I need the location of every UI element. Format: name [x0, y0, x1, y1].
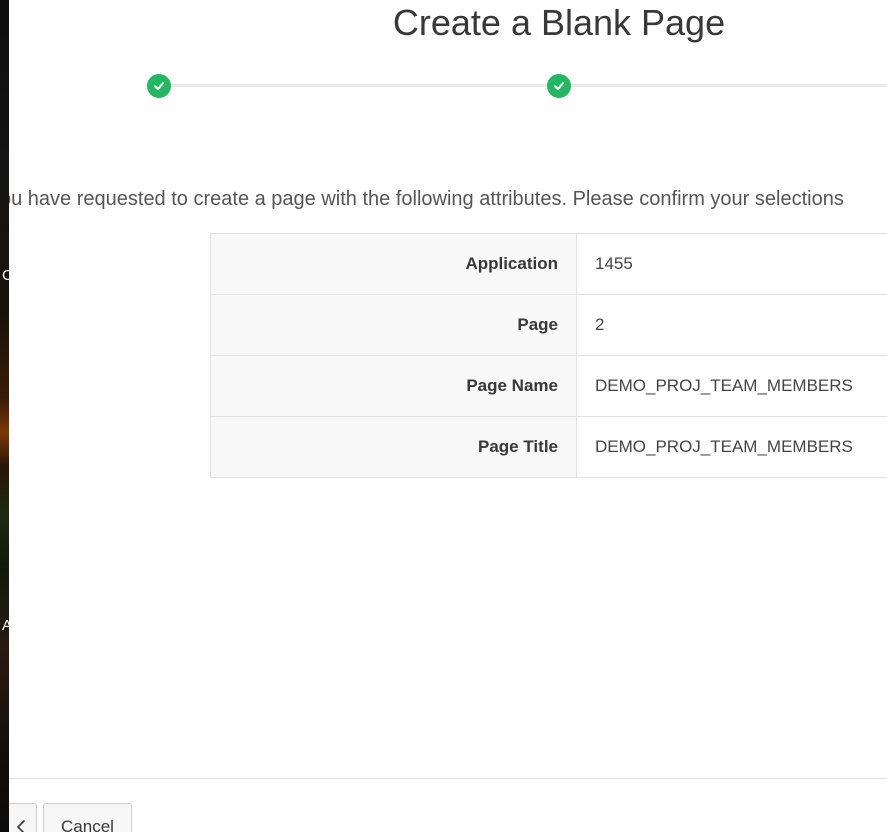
cancel-button[interactable]: Cancel — [43, 803, 132, 832]
attribute-label: Page Title — [210, 416, 577, 478]
attributes-table: Application 1455 Page 2 Page Name DEMO_P… — [210, 233, 887, 478]
dialog-footer-divider — [9, 778, 887, 779]
dialog-title: Create a Blank Page — [392, 2, 726, 43]
create-page-dialog: Create a Blank Page ou have requested to… — [9, 0, 887, 832]
attribute-label: Application — [210, 233, 577, 295]
confirmation-intro: ou have requested to create a page with … — [9, 188, 844, 211]
attribute-value: DEMO_PROJ_TEAM_MEMBERS — [576, 355, 887, 417]
previous-button[interactable] — [9, 803, 37, 832]
attribute-value: DEMO_PROJ_TEAM_MEMBERS — [576, 416, 887, 478]
wizard-step-1-complete — [147, 74, 171, 98]
chevron-left-icon — [17, 820, 25, 832]
wizard-step-2-complete — [547, 74, 571, 98]
attribute-label: Page — [210, 294, 577, 356]
wizard-progress-track — [159, 84, 887, 87]
attribute-value: 2 — [576, 294, 887, 356]
background-window: C A — [0, 0, 13, 832]
attribute-label: Page Name — [210, 355, 577, 417]
table-row: Application 1455 — [210, 233, 887, 295]
attribute-value: 1455 — [576, 233, 887, 295]
check-icon — [554, 82, 564, 90]
table-row: Page 2 — [210, 294, 887, 356]
table-row: Page Title DEMO_PROJ_TEAM_MEMBERS — [210, 416, 887, 478]
check-icon — [154, 82, 164, 90]
table-row: Page Name DEMO_PROJ_TEAM_MEMBERS — [210, 355, 887, 417]
confirmation-intro-text: ou have requested to create a page with … — [9, 188, 844, 210]
